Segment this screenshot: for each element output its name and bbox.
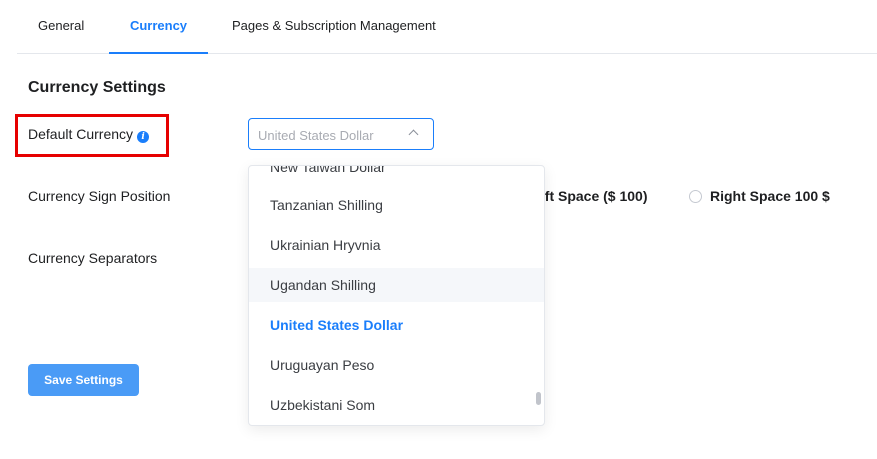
tab-currency[interactable]: Currency xyxy=(109,18,208,54)
dropdown-option[interactable]: Uruguayan Peso xyxy=(249,348,544,382)
radio-right-space[interactable]: Right Space 100 $ xyxy=(689,188,830,204)
radio-left-space[interactable]: eft Space ($ 100) xyxy=(537,188,648,204)
section-title: Currency Settings xyxy=(28,79,166,96)
dropdown-option-hovered[interactable]: Ugandan Shilling xyxy=(249,268,544,302)
default-currency-label-text: Default Currency xyxy=(28,126,134,142)
dropdown-option[interactable]: Ukrainian Hryvnia xyxy=(249,228,544,262)
radio-circle[interactable] xyxy=(689,190,702,203)
tab-general[interactable]: General xyxy=(38,18,84,53)
tab-pages-subscription[interactable]: Pages & Subscription Management xyxy=(232,18,436,53)
dropdown-option[interactable]: Uzbekistani Som xyxy=(249,388,544,422)
radio-left-space-label: eft Space ($ 100) xyxy=(537,188,648,204)
dropdown-option-selected[interactable]: United States Dollar xyxy=(249,308,544,342)
default-currency-label: Default Currency i xyxy=(28,126,150,143)
settings-tabs: General Currency Pages & Subscription Ma… xyxy=(17,0,877,54)
dropdown-option[interactable]: New Taiwan Dollar xyxy=(249,166,544,184)
currency-sign-position-label: Currency Sign Position xyxy=(28,188,171,204)
dropdown-scrollbar[interactable] xyxy=(536,392,541,405)
radio-right-space-label: Right Space 100 $ xyxy=(710,188,830,204)
dropdown-option[interactable]: Tanzanian Shilling xyxy=(249,188,544,222)
currency-dropdown[interactable]: New Taiwan Dollar Tanzanian Shilling Ukr… xyxy=(248,165,545,426)
save-settings-button[interactable]: Save Settings xyxy=(28,364,139,396)
select-value: United States Dollar xyxy=(258,128,374,143)
info-icon[interactable]: i xyxy=(137,131,150,143)
currency-separators-label: Currency Separators xyxy=(28,250,158,266)
default-currency-select[interactable]: United States Dollar xyxy=(248,118,434,150)
chevron-up-icon xyxy=(408,129,419,140)
